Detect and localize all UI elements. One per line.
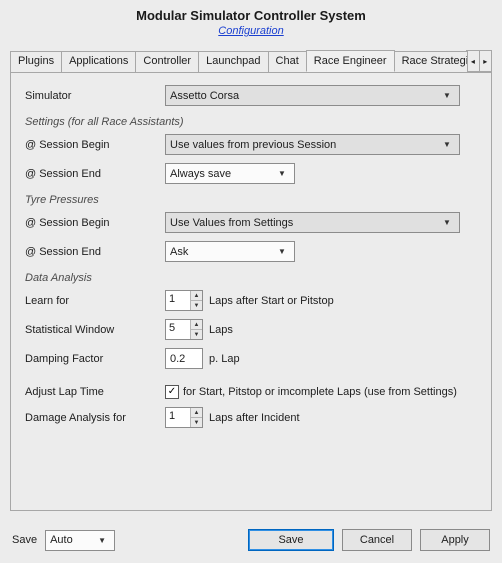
adjust-lap-suffix: for Start, Pitstop or imcomplete Laps (u… — [183, 386, 457, 398]
adjust-lap-label: Adjust Lap Time — [25, 386, 165, 398]
learn-for-suffix: Laps after Start or Pitstop — [209, 295, 334, 307]
spin-down-icon[interactable]: ▼ — [191, 418, 202, 427]
spin-down-icon[interactable]: ▼ — [191, 330, 202, 339]
data-analysis-heading: Data Analysis — [25, 272, 477, 284]
settings-end-label: @ Session End — [25, 168, 165, 180]
save-mode-select[interactable]: Auto ▼ — [45, 530, 115, 551]
tyre-end-label: @ Session End — [25, 246, 165, 258]
tab-controller[interactable]: Controller — [135, 51, 199, 73]
tab-strip: Plugins Applications Controller Launchpa… — [10, 50, 492, 72]
tab-panel-race-engineer: Simulator Assetto Corsa ▼ Settings (for … — [10, 72, 492, 511]
footer-bar: Save Auto ▼ Save Cancel Apply — [0, 517, 502, 563]
chevron-down-icon: ▼ — [439, 91, 455, 100]
app-title: Modular Simulator Controller System — [0, 8, 502, 23]
stat-window-suffix: Laps — [209, 324, 233, 336]
damping-value: 0.2 — [170, 353, 185, 365]
settings-begin-value: Use values from previous Session — [170, 139, 336, 151]
learn-for-value: 1 — [166, 291, 190, 310]
save-mode-value: Auto — [50, 534, 73, 546]
chevron-down-icon: ▼ — [439, 218, 455, 227]
save-mode-label: Save — [12, 534, 37, 546]
stat-window-stepper[interactable]: 5 ▲ ▼ — [165, 319, 203, 340]
stat-window-label: Statistical Window — [25, 324, 165, 336]
tab-scroll-right[interactable]: ▸ — [479, 50, 492, 72]
tab-race-strategist[interactable]: Race Strategis — [394, 51, 469, 73]
tyre-begin-value: Use Values from Settings — [170, 217, 293, 229]
chevron-down-icon: ▼ — [274, 169, 290, 178]
chevron-down-icon: ▼ — [94, 536, 110, 545]
spin-up-icon[interactable]: ▲ — [191, 408, 202, 418]
tyre-begin-select[interactable]: Use Values from Settings ▼ — [165, 212, 460, 233]
tab-plugins[interactable]: Plugins — [10, 51, 62, 73]
tab-applications[interactable]: Applications — [61, 51, 136, 73]
chevron-down-icon: ▼ — [439, 140, 455, 149]
simulator-select[interactable]: Assetto Corsa ▼ — [165, 85, 460, 106]
tyre-end-value: Ask — [170, 246, 188, 258]
damping-label: Damping Factor — [25, 353, 165, 365]
simulator-label: Simulator — [25, 90, 165, 102]
damage-stepper[interactable]: 1 ▲ ▼ — [165, 407, 203, 428]
apply-button[interactable]: Apply — [420, 529, 490, 551]
damping-input[interactable]: 0.2 — [165, 348, 203, 369]
adjust-lap-checkbox[interactable]: ✓ — [165, 385, 179, 399]
configuration-link[interactable]: Configuration — [218, 25, 283, 37]
simulator-value: Assetto Corsa — [170, 90, 239, 102]
tab-launchpad[interactable]: Launchpad — [198, 51, 268, 73]
damage-label: Damage Analysis for — [25, 412, 165, 424]
spin-down-icon[interactable]: ▼ — [191, 301, 202, 310]
tab-scroll-left[interactable]: ◂ — [466, 50, 479, 72]
tyre-section-heading: Tyre Pressures — [25, 194, 477, 206]
cancel-button[interactable]: Cancel — [342, 529, 412, 551]
stat-window-value: 5 — [166, 320, 190, 339]
save-button[interactable]: Save — [248, 529, 334, 551]
damage-value: 1 — [166, 408, 190, 427]
damping-suffix: p. Lap — [209, 353, 240, 365]
chevron-down-icon: ▼ — [274, 247, 290, 256]
settings-begin-label: @ Session Begin — [25, 139, 165, 151]
spin-up-icon[interactable]: ▲ — [191, 320, 202, 330]
tab-chat[interactable]: Chat — [268, 51, 307, 73]
chevron-left-icon: ◂ — [471, 57, 475, 66]
learn-for-label: Learn for — [25, 295, 165, 307]
tab-race-engineer[interactable]: Race Engineer — [306, 50, 395, 72]
damage-suffix: Laps after Incident — [209, 412, 300, 424]
chevron-right-icon: ▸ — [483, 57, 487, 66]
settings-section-heading: Settings (for all Race Assistants) — [25, 116, 477, 128]
settings-end-value: Always save — [170, 168, 231, 180]
tyre-begin-label: @ Session Begin — [25, 217, 165, 229]
settings-begin-select[interactable]: Use values from previous Session ▼ — [165, 134, 460, 155]
learn-for-stepper[interactable]: 1 ▲ ▼ — [165, 290, 203, 311]
tyre-end-select[interactable]: Ask ▼ — [165, 241, 295, 262]
settings-end-select[interactable]: Always save ▼ — [165, 163, 295, 184]
spin-up-icon[interactable]: ▲ — [191, 291, 202, 301]
